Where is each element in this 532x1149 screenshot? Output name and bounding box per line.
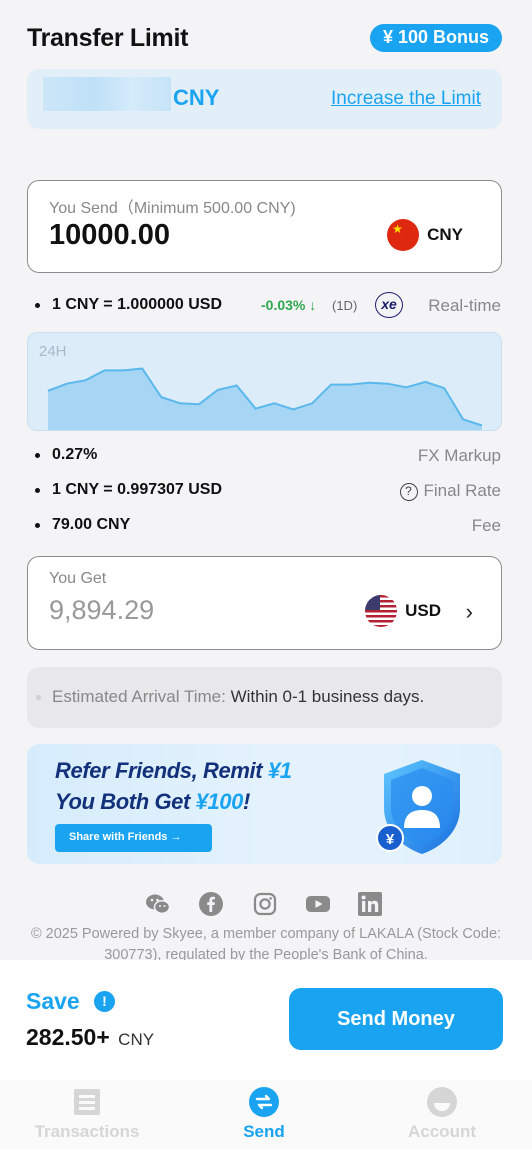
transfer-limit-card: CNY Increase the Limit <box>27 69 502 129</box>
tab-label: Send <box>243 1122 285 1141</box>
fee-value: 79.00 CNY <box>52 516 131 533</box>
info-icon[interactable]: ! <box>94 991 115 1012</box>
referral-headline-1: Refer Friends, Remit ¥1 <box>55 758 292 784</box>
page-title: Transfer Limit <box>27 24 189 52</box>
send-currency-selector[interactable]: CNY <box>387 219 463 251</box>
save-title: Save <box>26 988 80 1014</box>
referral-headline-2: You Both Get ¥100! <box>55 789 250 815</box>
rate-period: (1D) <box>332 298 358 313</box>
share-with-friends-button[interactable]: Share with Friends → <box>55 824 212 852</box>
bonus-badge[interactable]: ¥ 100 Bonus <box>369 24 502 52</box>
send-currency-label: CNY <box>427 225 463 244</box>
tab-label: Transactions <box>34 1122 140 1141</box>
svg-text:¥: ¥ <box>386 831 395 848</box>
final-rate-label: Final Rate <box>423 481 501 500</box>
realtime-label: Real-time <box>428 296 501 315</box>
facebook-icon[interactable] <box>198 891 224 917</box>
fx-markup-value: 0.27% <box>52 446 98 463</box>
rate-chart: 24H <box>27 332 502 431</box>
rate-chart-svg <box>47 367 483 430</box>
bullet <box>35 303 40 308</box>
xe-logo-icon: xe <box>375 292 403 318</box>
fee-label: Fee <box>471 516 501 535</box>
chart-area <box>48 368 482 430</box>
tab-transactions[interactable]: Transactions <box>7 1086 167 1142</box>
tab-label: Account <box>408 1122 476 1141</box>
get-amount-value: 9,894.29 <box>49 595 155 625</box>
referral-line2-highlight: ¥100 <box>195 789 244 814</box>
transactions-icon <box>74 1089 100 1115</box>
bullet <box>35 523 40 528</box>
account-icon <box>427 1087 457 1117</box>
referral-shield-icon: ¥ <box>376 760 460 854</box>
bottom-tab-bar: Transactions Send Account <box>0 1080 532 1149</box>
increase-limit-link[interactable]: Increase the Limit <box>331 88 481 110</box>
limit-amount-redacted <box>43 77 171 111</box>
instagram-icon[interactable] <box>252 891 278 917</box>
send-amount-input[interactable]: 10000.00 <box>49 219 170 252</box>
china-flag-icon <box>387 219 420 251</box>
get-label: You Get <box>49 570 107 587</box>
chevron-right-icon[interactable]: › <box>466 599 473 625</box>
tab-account[interactable]: Account <box>362 1086 522 1142</box>
referral-line1-highlight: ¥1 <box>267 758 292 783</box>
final-rate-row: 1 CNY = 0.997307 USD ? Final Rate <box>35 479 501 501</box>
rate-change: -0.03% ↓ <box>261 297 317 313</box>
bullet <box>35 453 40 458</box>
page-header: Transfer Limit ¥ 100 Bonus <box>27 22 502 54</box>
receive-amount-field[interactable]: You Get 9,894.29 USD › <box>27 556 502 650</box>
referral-line2-suffix: ! <box>242 789 250 814</box>
exchange-rate: 1 CNY = 1.000000 USD <box>52 296 223 313</box>
question-icon[interactable]: ? <box>399 483 418 501</box>
referral-line1-text: Refer Friends, Remit <box>55 758 268 783</box>
arrival-text: Estimated Arrival Time: Within 0-1 busin… <box>52 687 424 707</box>
save-amount: 282.50+ CNY <box>26 1024 154 1051</box>
limit-currency: CNY <box>173 85 220 110</box>
wechat-icon[interactable] <box>145 891 171 917</box>
send-icon <box>249 1087 279 1117</box>
arrival-value: Within 0-1 business days. <box>230 687 425 706</box>
tab-send[interactable]: Send <box>184 1086 344 1142</box>
receive-currency-selector[interactable]: USD <box>365 595 441 627</box>
final-rate-label-wrap[interactable]: ? Final Rate <box>399 481 501 501</box>
bottom-action-panel: Save ! 282.50+ CNY Send Money <box>0 960 532 1080</box>
fee-row: 79.00 CNY Fee <box>35 514 501 536</box>
save-currency: CNY <box>118 1030 155 1049</box>
arrival-time-notice: Estimated Arrival Time: Within 0-1 busin… <box>27 667 502 728</box>
us-flag-icon <box>365 595 398 627</box>
arrival-label: Estimated Arrival Time: <box>52 687 226 706</box>
referral-line2-text: You Both Get <box>55 789 196 814</box>
referral-banner[interactable]: Refer Friends, Remit ¥1 You Both Get ¥10… <box>27 744 502 864</box>
social-links <box>145 891 385 919</box>
receive-currency-label: USD <box>405 601 441 620</box>
bullet <box>35 488 40 493</box>
linkedin-icon[interactable] <box>357 891 383 917</box>
exchange-rate-row: 1 CNY = 1.000000 USD -0.03% ↓ (1D) xe Re… <box>35 292 501 318</box>
send-label: You Send（Minimum 500.00 CNY) <box>49 200 296 217</box>
send-amount-field[interactable]: You Send（Minimum 500.00 CNY) 10000.00 CN… <box>27 180 502 273</box>
bullet <box>36 695 41 700</box>
save-amount-value: 282.50+ <box>26 1024 110 1050</box>
youtube-icon[interactable] <box>305 891 331 917</box>
final-rate-value: 1 CNY = 0.997307 USD <box>52 481 223 498</box>
footer-copyright: © 2025 Powered by Skyee, a member compan… <box>30 926 502 960</box>
fx-markup-label: FX Markup <box>417 446 501 465</box>
send-money-button[interactable]: Send Money <box>289 988 503 1050</box>
fx-markup-row: 0.27% FX Markup <box>35 444 501 466</box>
